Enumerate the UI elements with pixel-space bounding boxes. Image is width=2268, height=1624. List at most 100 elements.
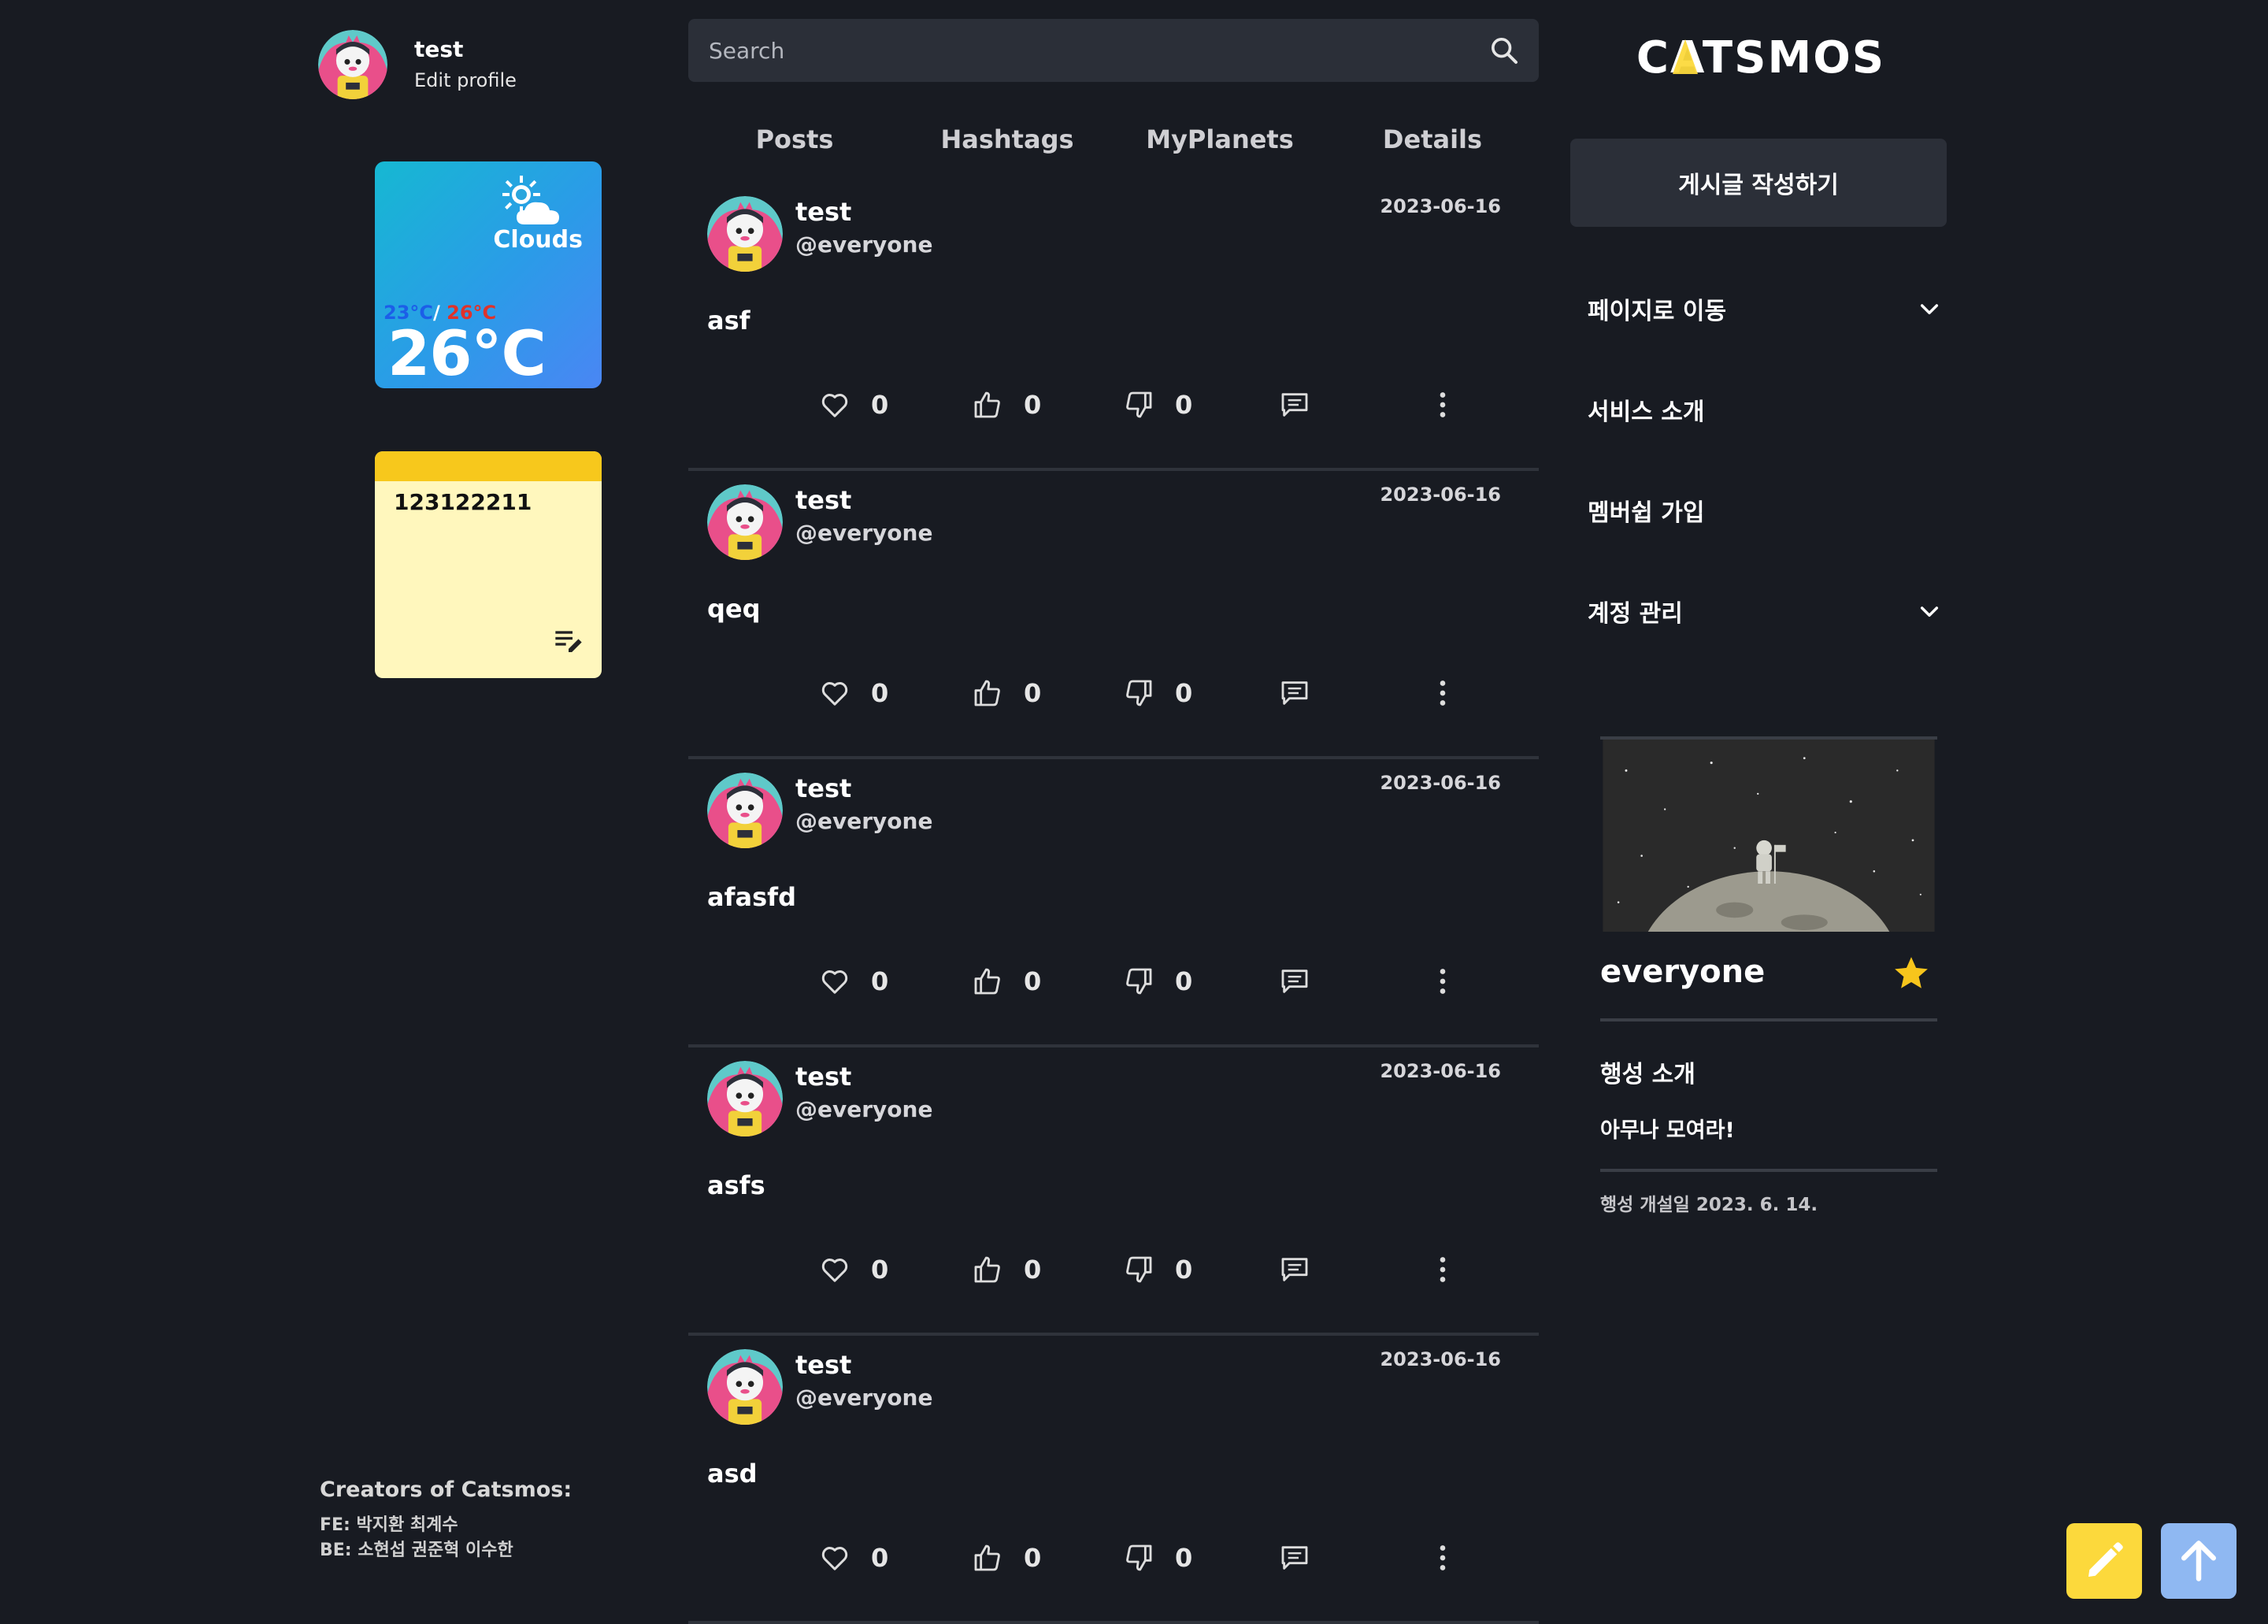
post-author-name[interactable]: test	[795, 1350, 851, 1380]
post-author-avatar[interactable]	[707, 1349, 783, 1425]
more-options-button[interactable]	[1427, 677, 1458, 709]
menu-item-account[interactable]: 계정 관리	[1588, 588, 1942, 635]
tab-myplanets[interactable]: MyPlanets	[1114, 117, 1326, 162]
star-icon[interactable]	[1892, 954, 1931, 993]
weather-description: Clouds	[493, 226, 583, 254]
like-count: 0	[871, 966, 889, 996]
like-count: 0	[871, 1255, 889, 1285]
menu-item-service-intro[interactable]: 서비스 소개	[1588, 386, 1942, 433]
like-button[interactable]: 0	[819, 389, 888, 421]
post-body: asf	[707, 306, 750, 336]
post-planet[interactable]: @everyone	[795, 1096, 932, 1122]
heart-icon	[819, 389, 850, 421]
catsmos-logo[interactable]: CATSMOS	[1603, 32, 1918, 82]
heart-icon	[819, 966, 850, 997]
post-actions: 0 0 0	[688, 966, 1539, 1003]
comment-button[interactable]	[1279, 966, 1310, 997]
post-author-name[interactable]: test	[795, 773, 851, 803]
more-options-button[interactable]	[1427, 389, 1458, 421]
post-body: afasfd	[707, 882, 796, 912]
post-card[interactable]: test @everyone 2023-06-16 asf 0 0 0	[688, 183, 1539, 471]
thumbs-down-count: 0	[1175, 966, 1193, 996]
menu-item-membership[interactable]: 멤버쉽 가입	[1588, 487, 1942, 534]
more-vertical-icon	[1427, 1542, 1458, 1574]
more-options-button[interactable]	[1427, 1542, 1458, 1574]
menu-item-label: 서비스 소개	[1588, 399, 1705, 426]
post-author-avatar[interactable]	[707, 1061, 783, 1136]
memo-widget[interactable]: 123122211	[375, 451, 602, 678]
more-options-button[interactable]	[1427, 1254, 1458, 1285]
memo-header-bar	[375, 451, 602, 481]
write-post-button[interactable]: 게시글 작성하기	[1570, 139, 1947, 227]
feed-tabs: Posts Hashtags MyPlanets Details	[688, 117, 1539, 162]
like-button[interactable]: 0	[819, 1542, 888, 1574]
planet-about-text: 아무나 모여라!	[1600, 1113, 1937, 1172]
post-card[interactable]: test @everyone 2023-06-16 afasfd 0 0 0	[688, 759, 1539, 1047]
comment-icon	[1279, 966, 1310, 997]
tab-details[interactable]: Details	[1326, 117, 1539, 162]
tab-hashtags[interactable]: Hashtags	[901, 117, 1114, 162]
more-vertical-icon	[1427, 966, 1458, 997]
tab-posts[interactable]: Posts	[688, 117, 901, 162]
thumbs-down-button[interactable]: 0	[1123, 677, 1192, 709]
comment-button[interactable]	[1279, 1254, 1310, 1285]
thumbs-up-button[interactable]: 0	[972, 966, 1041, 997]
thumbs-up-icon	[972, 966, 1003, 997]
logo-text: CATSMOS	[1636, 32, 1885, 82]
thumbs-down-button[interactable]: 0	[1123, 389, 1192, 421]
menu-item-go-to-page[interactable]: 페이지로 이동	[1588, 285, 1942, 332]
pencil-icon	[2088, 1542, 2123, 1577]
post-actions: 0 0 0	[688, 1542, 1539, 1580]
post-planet[interactable]: @everyone	[795, 520, 932, 546]
post-planet[interactable]: @everyone	[795, 1385, 932, 1411]
menu-item-label: 멤버쉽 가입	[1588, 499, 1705, 527]
planet-about-title: 행성 소개	[1600, 1061, 1695, 1088]
thumbs-up-count: 0	[1024, 966, 1042, 996]
menu-item-label: 계정 관리	[1588, 600, 1683, 628]
post-author-name[interactable]: test	[795, 197, 851, 227]
planet-name: everyone	[1600, 954, 1766, 990]
comment-button[interactable]	[1279, 1542, 1310, 1574]
floating-write-button[interactable]	[2066, 1523, 2142, 1599]
thumbs-down-count: 0	[1175, 1255, 1193, 1285]
search-icon[interactable]	[1488, 35, 1520, 66]
scroll-to-top-button[interactable]	[2161, 1523, 2236, 1599]
more-vertical-icon	[1427, 677, 1458, 709]
post-author-avatar[interactable]	[707, 773, 783, 848]
comment-button[interactable]	[1279, 677, 1310, 709]
post-card[interactable]: test @everyone 2023-06-16 asfs 0 0 0	[688, 1047, 1539, 1336]
post-body: qeq	[707, 594, 761, 624]
like-button[interactable]: 0	[819, 966, 888, 997]
search-input[interactable]	[707, 36, 1488, 65]
post-date: 2023-06-16	[1380, 772, 1501, 794]
post-author-name[interactable]: test	[795, 485, 851, 515]
thumbs-up-button[interactable]: 0	[972, 677, 1041, 709]
edit-note-icon[interactable]	[553, 625, 584, 656]
post-planet[interactable]: @everyone	[795, 232, 932, 258]
like-count: 0	[871, 390, 889, 420]
like-button[interactable]: 0	[819, 677, 888, 709]
post-date: 2023-06-16	[1380, 195, 1501, 217]
thumbs-down-button[interactable]: 0	[1123, 1254, 1192, 1285]
thumbs-up-button[interactable]: 0	[972, 389, 1041, 421]
planet-created-date: 행성 개설일 2023. 6. 14.	[1600, 1195, 1818, 1215]
thumbs-up-button[interactable]: 0	[972, 1542, 1041, 1574]
post-planet[interactable]: @everyone	[795, 808, 932, 834]
credits-frontend: FE: 박지환 최계수	[320, 1515, 458, 1535]
thumbs-down-icon	[1123, 1542, 1154, 1574]
more-options-button[interactable]	[1427, 966, 1458, 997]
edit-profile-link[interactable]: Edit profile	[414, 65, 517, 95]
like-button[interactable]: 0	[819, 1254, 888, 1285]
post-author-avatar[interactable]	[707, 484, 783, 560]
post-card[interactable]: test @everyone 2023-06-16 qeq 0 0 0	[688, 471, 1539, 759]
thumbs-up-button[interactable]: 0	[972, 1254, 1041, 1285]
post-body: asd	[707, 1459, 758, 1489]
comment-button[interactable]	[1279, 389, 1310, 421]
post-author-name[interactable]: test	[795, 1062, 851, 1092]
post-card[interactable]: test @everyone 2023-06-16 asd 0 0 0	[688, 1336, 1539, 1624]
post-actions: 0 0 0	[688, 389, 1539, 427]
thumbs-down-button[interactable]: 0	[1123, 966, 1192, 997]
thumbs-down-button[interactable]: 0	[1123, 1542, 1192, 1574]
avatar[interactable]	[318, 30, 387, 99]
post-author-avatar[interactable]	[707, 196, 783, 272]
